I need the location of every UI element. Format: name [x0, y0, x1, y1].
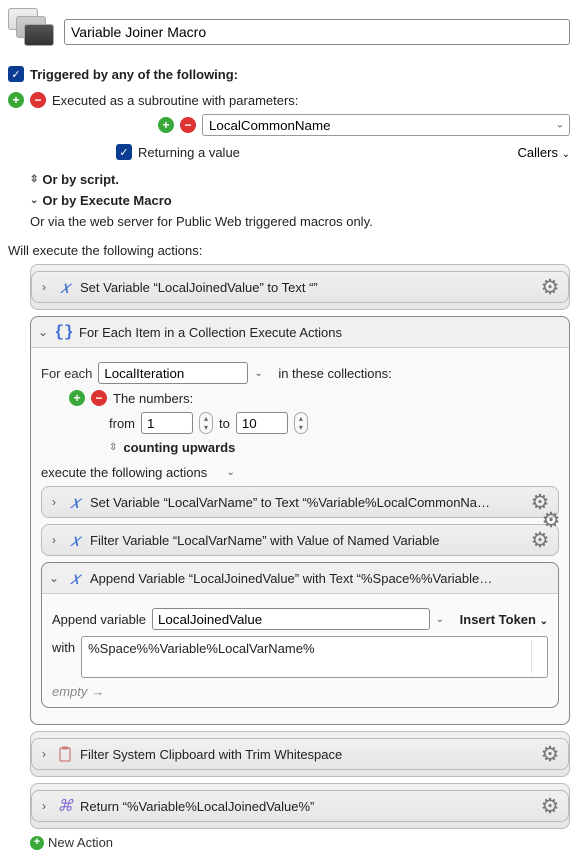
returning-checkbox[interactable]: ✓ [116, 144, 132, 160]
action-set-varname[interactable]: › 𝑥 Set Variable “LocalVarName” to Text … [41, 486, 559, 518]
action-filter-clipboard[interactable]: › Filter System Clipboard with Trim Whit… [31, 738, 569, 770]
or-execute-macro-label: Or by Execute Macro [42, 193, 171, 208]
empty-label: empty [52, 684, 87, 699]
scrollbar[interactable] [531, 641, 541, 673]
or-web-label: Or via the web server for Public Web tri… [30, 214, 570, 229]
append-variable-label: Append variable [52, 612, 146, 627]
chevron-down-icon[interactable]: ⌄ [226, 467, 234, 478]
in-collections-label: in these collections: [278, 366, 391, 381]
subroutine-label: Executed as a subroutine with parameters… [52, 93, 298, 108]
clipboard-icon [56, 745, 74, 763]
action-filter-varname[interactable]: › 𝑥 Filter Variable “LocalVarName” with … [41, 524, 559, 556]
action-return[interactable]: › ⌘ Return “%Variable%LocalJoinedValue%”… [31, 790, 569, 822]
returning-label: Returning a value [138, 145, 240, 160]
gear-icon[interactable]: ⚙ [539, 509, 563, 533]
chevron-down-icon: ⌄ [37, 325, 49, 339]
action-title: Filter System Clipboard with Trim Whites… [80, 747, 342, 762]
chevron-right-icon: › [38, 280, 50, 294]
action-title: Set Variable “LocalVarName” to Text “%Va… [90, 495, 490, 510]
param-name-input[interactable] [202, 114, 570, 136]
remove-collection-button[interactable]: − [91, 390, 107, 406]
exec-heading: Will execute the following actions: [8, 243, 570, 258]
disclosure-updown-icon[interactable]: ⇳ [109, 442, 117, 453]
from-stepper[interactable]: ▴▾ [199, 412, 213, 434]
foreach-label: For each [41, 366, 92, 381]
chevron-right-icon: › [38, 799, 50, 813]
add-trigger-button[interactable]: + [8, 92, 24, 108]
remove-trigger-button[interactable]: − [30, 92, 46, 108]
from-input[interactable] [141, 412, 193, 434]
to-label: to [219, 416, 230, 431]
or-script-label: Or by script. [42, 172, 119, 187]
command-icon: ⌘ [56, 797, 74, 815]
triggered-heading: Triggered by any of the following: [30, 67, 238, 82]
chevron-down-icon[interactable]: ⌄ [30, 195, 38, 206]
gear-icon[interactable]: ⚙ [538, 275, 562, 299]
action-title: For Each Item in a Collection Execute Ac… [79, 325, 342, 340]
chevron-right-icon: › [38, 747, 50, 761]
add-collection-button[interactable]: + [69, 390, 85, 406]
foreach-var-input[interactable] [98, 362, 248, 384]
variable-icon: 𝑥 [56, 278, 74, 296]
action-title: Return “%Variable%LocalJoinedValue%” [80, 799, 314, 814]
variable-icon: 𝑥 [66, 531, 84, 549]
braces-icon: {} [55, 323, 73, 341]
callers-button[interactable]: Callers ⌄ [518, 145, 570, 160]
variable-icon: 𝑥 [66, 493, 84, 511]
arrow-icon: → [91, 684, 104, 699]
chevron-right-icon: › [48, 495, 60, 509]
action-set-joined[interactable]: › 𝑥 Set Variable “LocalJoinedValue” to T… [31, 271, 569, 303]
action-title: Append Variable “LocalJoinedValue” with … [90, 571, 492, 586]
to-stepper[interactable]: ▴▾ [294, 412, 308, 434]
append-var-input[interactable] [152, 608, 430, 630]
action-title: Set Variable “LocalJoinedValue” to Text … [80, 280, 318, 295]
from-label: from [109, 416, 135, 431]
chevron-down-icon: ⌄ [48, 571, 60, 585]
numbers-label: The numbers: [113, 391, 193, 406]
disclosure-updown-icon[interactable]: ⇳ [30, 174, 38, 185]
macro-title-input[interactable] [64, 19, 570, 45]
action-foreach-header[interactable]: ⌄ {} For Each Item in a Collection Execu… [31, 317, 569, 347]
chevron-down-icon[interactable]: ⌄ [436, 614, 444, 625]
variable-icon: 𝑥 [66, 569, 84, 587]
counting-label: counting upwards [123, 440, 235, 455]
insert-token-button[interactable]: Insert Token ⌄ [460, 612, 548, 627]
with-textarea[interactable]: %Space%%Variable%LocalVarName% [81, 636, 548, 678]
gear-icon[interactable]: ⚙ [538, 794, 562, 818]
add-param-button[interactable]: + [158, 117, 174, 133]
chevron-down-icon[interactable]: ⌄ [254, 368, 262, 379]
action-append-header[interactable]: ⌄ 𝑥 Append Variable “LocalJoinedValue” w… [42, 563, 558, 593]
remove-param-button[interactable]: − [180, 117, 196, 133]
app-icon [8, 8, 56, 56]
with-label: with [52, 636, 75, 655]
gear-icon[interactable]: ⚙ [538, 742, 562, 766]
add-action-button[interactable]: + [30, 836, 44, 850]
to-input[interactable] [236, 412, 288, 434]
execute-following-label: execute the following actions [41, 465, 207, 480]
action-title: Filter Variable “LocalVarName” with Valu… [90, 533, 439, 548]
chevron-right-icon: › [48, 533, 60, 547]
new-action-label: New Action [48, 835, 113, 850]
triggered-checkbox[interactable]: ✓ [8, 66, 24, 82]
